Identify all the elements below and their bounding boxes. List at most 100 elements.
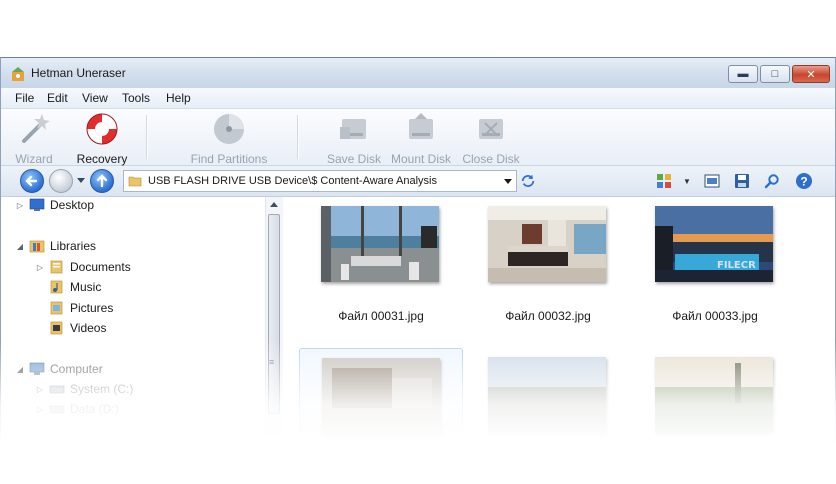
file-thumbnail [321,206,439,282]
save-disk-button[interactable]: Save Disk [326,111,382,166]
help-icon: ? [796,173,812,189]
folder-icon [128,176,142,187]
file-item[interactable] [633,348,797,484]
arrow-left-icon [25,175,38,187]
search-icon [764,174,779,189]
file-thumbnail [488,357,606,433]
tree-item-data-d[interactable]: ▷ Data (D:) [35,399,119,419]
expand-arrow-icon[interactable]: ▷ [35,385,45,394]
toolbar-separator [297,115,298,159]
mount-disk-label: Mount Disk [390,152,452,166]
tree-label: Desktop [50,198,95,212]
mount-disk-button[interactable]: Mount Disk [388,111,454,166]
recovery-label: Recovery [76,152,128,166]
up-button[interactable] [90,169,114,193]
expand-arrow-icon[interactable]: ▷ [15,201,25,210]
view-mode-dropdown[interactable]: ▼ [678,172,696,190]
tree-item-music[interactable]: Music [49,277,101,297]
folder-tree: ▷ Desktop ◢ Libraries ▷ Documents Music … [1,197,265,484]
menu-file[interactable]: File [15,91,34,105]
close-disk-icon [479,119,503,139]
music-icon [50,280,63,294]
file-name: Файл 00031.jpg [338,309,424,323]
wizard-button[interactable]: Wizard [11,111,57,166]
file-thumbnail [488,206,606,282]
tree-label: Videos [70,321,107,335]
tree-scrollbar[interactable]: ≡ [265,197,284,484]
tree-item-documents[interactable]: ▷ Documents [35,257,131,277]
history-dropdown-icon[interactable] [77,178,85,183]
recovery-button[interactable]: Recovery [73,111,131,166]
toolbar: Wizard Recovery Find Partitions Save Dis… [1,109,835,166]
file-item[interactable]: FILECR Файл 00033.jpg [633,197,797,337]
expand-arrow-icon[interactable]: ▷ [35,405,45,414]
tree-item-pictures[interactable]: Pictures [49,298,113,318]
forward-button[interactable] [49,169,73,193]
tree-item-computer[interactable]: ◢ Computer [15,359,103,379]
tree-item-system-c[interactable]: ▷ System (C:) [35,379,133,399]
view-mode-button[interactable] [655,172,673,190]
address-dropdown-icon[interactable] [504,179,512,184]
drive-icon [49,405,65,414]
save-disk-icon [340,119,366,139]
grip-icon: ≡ [269,357,275,367]
file-thumbnail [655,357,773,433]
svg-text:?: ? [800,175,807,189]
back-button[interactable] [20,169,44,193]
hetman-app-icon [12,67,24,81]
expand-arrow-icon[interactable]: ▷ [35,263,45,272]
app-window: Hetman Uneraser ▬ □ ✕ File Edit View Too… [0,57,836,484]
file-item-selected[interactable] [299,348,463,484]
scroll-up-icon[interactable] [270,202,278,207]
disk-search-icon [214,114,244,144]
watermark-text: FILECR [717,260,756,271]
floppy-disk-icon [735,174,749,188]
close-disk-label: Close Disk [462,152,520,166]
window-title: Hetman Uneraser [31,66,126,80]
chevron-down-icon: ▼ [683,176,691,186]
save-disk-label: Save Disk [326,152,382,166]
tree-label: Music [70,280,102,294]
collapse-arrow-icon[interactable]: ◢ [15,365,25,374]
menu-help[interactable]: Help [166,91,191,105]
magic-wand-icon [22,114,50,143]
preview-pane-button[interactable] [703,172,721,190]
desktop-icon [29,198,45,211]
tree-item-libraries[interactable]: ◢ Libraries [15,236,96,256]
address-bar[interactable]: USB FLASH DRIVE USB Device\$ Content-Awa… [123,170,517,192]
tree-label: Data (D:) [70,402,119,416]
documents-icon [50,260,63,274]
close-disk-button[interactable]: Close Disk [461,111,521,166]
tree-item-videos[interactable]: Videos [49,318,106,338]
wizard-label: Wizard [15,152,53,166]
pictures-icon [50,301,63,315]
find-partitions-button[interactable]: Find Partitions [185,111,273,166]
minimize-button[interactable]: ▬ [728,65,758,83]
menu-bar: File Edit View Tools Help [1,88,835,109]
menu-view[interactable]: View [82,91,108,105]
title-bar: Hetman Uneraser ▬ □ ✕ [1,58,835,88]
close-button[interactable]: ✕ [792,65,830,83]
maximize-button[interactable]: □ [760,65,790,83]
help-button[interactable]: ? [795,172,813,190]
arrow-up-icon [96,174,108,188]
file-item[interactable] [466,348,630,484]
maximize-icon: □ [771,68,779,80]
file-item[interactable]: Файл 00032.jpg [466,197,630,337]
scroll-thumb[interactable] [268,214,280,414]
collapse-arrow-icon[interactable]: ◢ [15,242,25,251]
menu-tools[interactable]: Tools [122,91,150,105]
minimize-icon: ▬ [737,68,749,80]
navigation-bar: USB FLASH DRIVE USB Device\$ Content-Awa… [1,166,835,197]
tree-item-desktop[interactable]: ▷ Desktop [15,195,94,215]
file-view: Файл 00031.jpg Файл 00032.jpg FILECR Фай… [283,197,835,484]
menu-edit[interactable]: Edit [47,91,68,105]
find-partitions-label: Find Partitions [190,152,268,166]
computer-icon [29,362,45,375]
save-button[interactable] [733,172,751,190]
file-item[interactable]: Файл 00031.jpg [299,197,463,337]
search-button[interactable] [763,172,781,190]
refresh-button[interactable] [519,172,537,190]
file-thumbnail: FILECR [655,206,773,282]
file-name: Файл 00032.jpg [505,309,591,323]
